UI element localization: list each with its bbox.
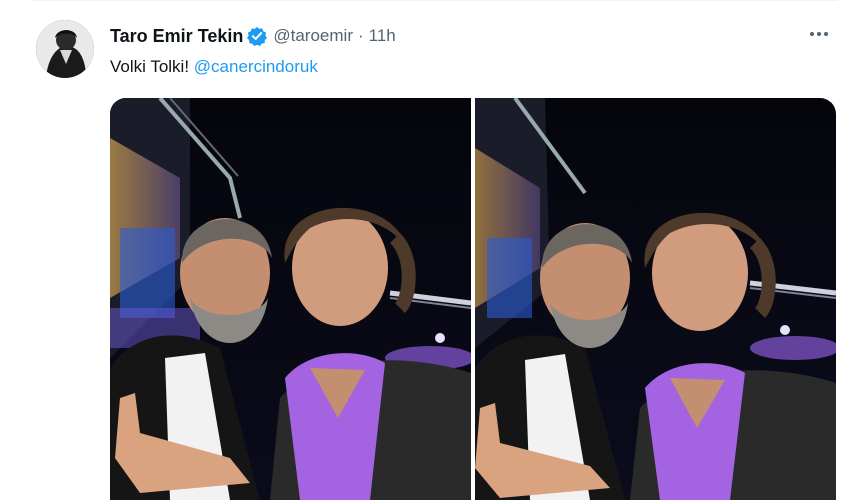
- more-dot: [817, 32, 821, 36]
- verified-badge-icon: [247, 26, 268, 46]
- more-horizontal-icon[interactable]: [806, 24, 832, 44]
- more-dot: [810, 32, 814, 36]
- photo-2[interactable]: [475, 98, 836, 500]
- author-handle[interactable]: @taroemir: [273, 26, 353, 46]
- media-grid: [110, 98, 836, 500]
- author-name[interactable]: Taro Emir Tekin: [110, 26, 243, 47]
- more-dot: [824, 32, 828, 36]
- tweet-text: Volki Tolki! @canercindoruk: [110, 56, 318, 78]
- tweet-header: Taro Emir Tekin @taroemir · 11h: [110, 24, 396, 48]
- separator-dot: ·: [357, 26, 364, 45]
- photo-1[interactable]: [110, 98, 471, 500]
- avatar[interactable]: [36, 20, 94, 78]
- tweet-top-divider: [32, 0, 838, 1]
- mention-link[interactable]: @canercindoruk: [194, 57, 318, 76]
- tweet-text-body: Volki Tolki!: [110, 57, 190, 76]
- timestamp[interactable]: 11h: [369, 26, 396, 46]
